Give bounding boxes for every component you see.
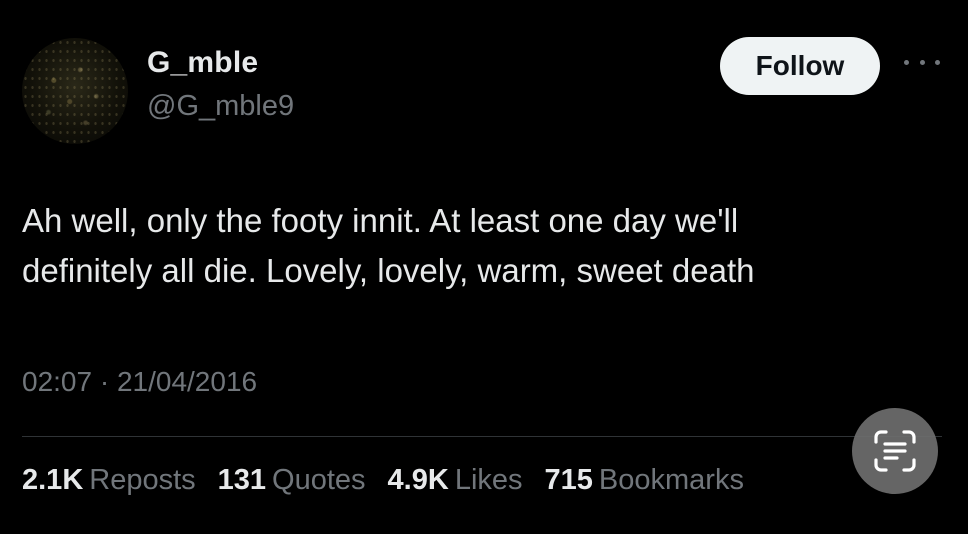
more-dot	[935, 59, 940, 65]
engagement-stats: 2.1K Reposts 131 Quotes 4.9K Likes 715 Bookm…	[22, 464, 766, 497]
tweet-text-line: Ah well, only the footy innit. At least …	[22, 202, 739, 239]
bookmarks-stat[interactable]: 715 Bookmarks	[545, 464, 744, 497]
follow-button[interactable]: Follow	[720, 37, 880, 95]
more-dot	[919, 59, 925, 65]
more-horizontal-icon[interactable]	[904, 52, 940, 72]
display-name[interactable]: G_mble	[147, 46, 258, 80]
bookmarks-count: 715	[544, 464, 593, 496]
likes-label: Likes	[454, 464, 523, 496]
more-dot	[904, 59, 909, 65]
tweet-text-line: definitely all die. Lovely, lovely, warm…	[22, 252, 755, 289]
avatar[interactable]	[22, 38, 128, 144]
bookmarks-label: Bookmarks	[598, 464, 744, 496]
likes-count: 4.9K	[387, 464, 449, 496]
reposts-count: 2.1K	[22, 464, 84, 496]
user-handle[interactable]: @G_mble9	[147, 90, 294, 123]
tweet-timestamp[interactable]: 02:07 · 21/04/2016	[22, 366, 257, 398]
tweet-text: Ah well, only the footy innit. At least …	[22, 196, 942, 296]
live-text-scan-button[interactable]	[852, 408, 938, 494]
quotes-count: 131	[217, 464, 267, 496]
likes-stat[interactable]: 4.9K Likes	[388, 464, 523, 497]
reposts-label: Reposts	[89, 464, 196, 496]
live-text-scan-icon	[874, 430, 916, 472]
reposts-stat[interactable]: 2.1K Reposts	[22, 464, 196, 497]
quotes-label: Quotes	[272, 464, 366, 496]
quotes-stat[interactable]: 131 Quotes	[218, 464, 366, 497]
divider	[22, 436, 942, 437]
